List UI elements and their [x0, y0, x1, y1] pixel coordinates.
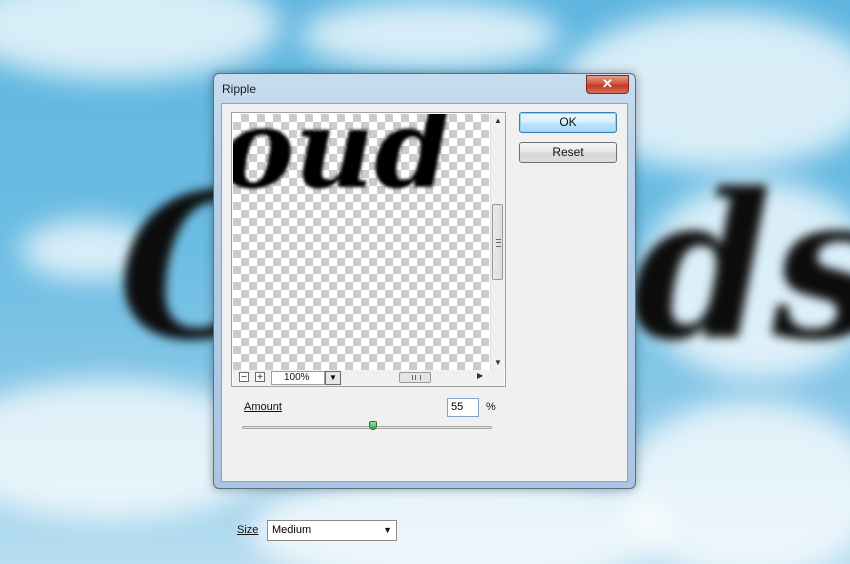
scroll-up-icon[interactable]: ▲	[491, 114, 505, 128]
zoom-out-icon[interactable]: −	[239, 372, 249, 383]
zoom-in-icon[interactable]: +	[255, 372, 265, 383]
reset-button[interactable]: Reset	[519, 142, 617, 163]
chevron-down-icon: ▼	[383, 525, 392, 535]
ok-button[interactable]: OK	[519, 112, 617, 133]
size-selected-value: Medium	[272, 524, 312, 536]
preview-text: oud	[233, 114, 452, 213]
zoom-level-field[interactable]: 100%	[271, 371, 325, 385]
dialog-body: oud ▲ ▼ − + 100% ▼ ▶ OK Reset Amount 55 …	[221, 103, 628, 541]
amount-slider[interactable]	[242, 426, 492, 429]
horizontal-scroll-thumb[interactable]	[399, 372, 431, 383]
amount-input[interactable]: 55	[447, 398, 479, 417]
preview-vertical-scrollbar[interactable]: ▲ ▼	[490, 114, 505, 370]
ripple-dialog: Ripple ✕ oud ▲ ▼ − + 100% ▼ ▶ OK Reset A…	[213, 73, 636, 541]
amount-slider-thumb[interactable]	[369, 421, 377, 430]
amount-unit: %	[486, 401, 496, 413]
preview-toolbar: − + 100% ▼ ▶	[233, 370, 504, 386]
preview-panel: oud ▲ ▼ − + 100% ▼ ▶	[231, 112, 506, 387]
amount-label: Amount	[244, 401, 282, 413]
preview-canvas[interactable]: oud	[233, 114, 489, 370]
close-icon: ✕	[602, 76, 613, 91]
close-button[interactable]: ✕	[586, 75, 629, 94]
chevron-down-icon: ▼	[329, 373, 337, 382]
size-select[interactable]: Medium ▼	[267, 520, 397, 541]
cloud	[0, 0, 280, 80]
cloud	[620, 400, 850, 564]
scroll-down-icon[interactable]: ▼	[491, 356, 505, 370]
vertical-scroll-thumb[interactable]	[492, 204, 503, 280]
size-label: Size	[237, 524, 259, 536]
dialog-title: Ripple	[222, 82, 257, 96]
cloud	[300, 0, 560, 70]
zoom-dropdown-button[interactable]: ▼	[325, 371, 341, 385]
scroll-right-icon[interactable]: ▶	[477, 371, 483, 380]
